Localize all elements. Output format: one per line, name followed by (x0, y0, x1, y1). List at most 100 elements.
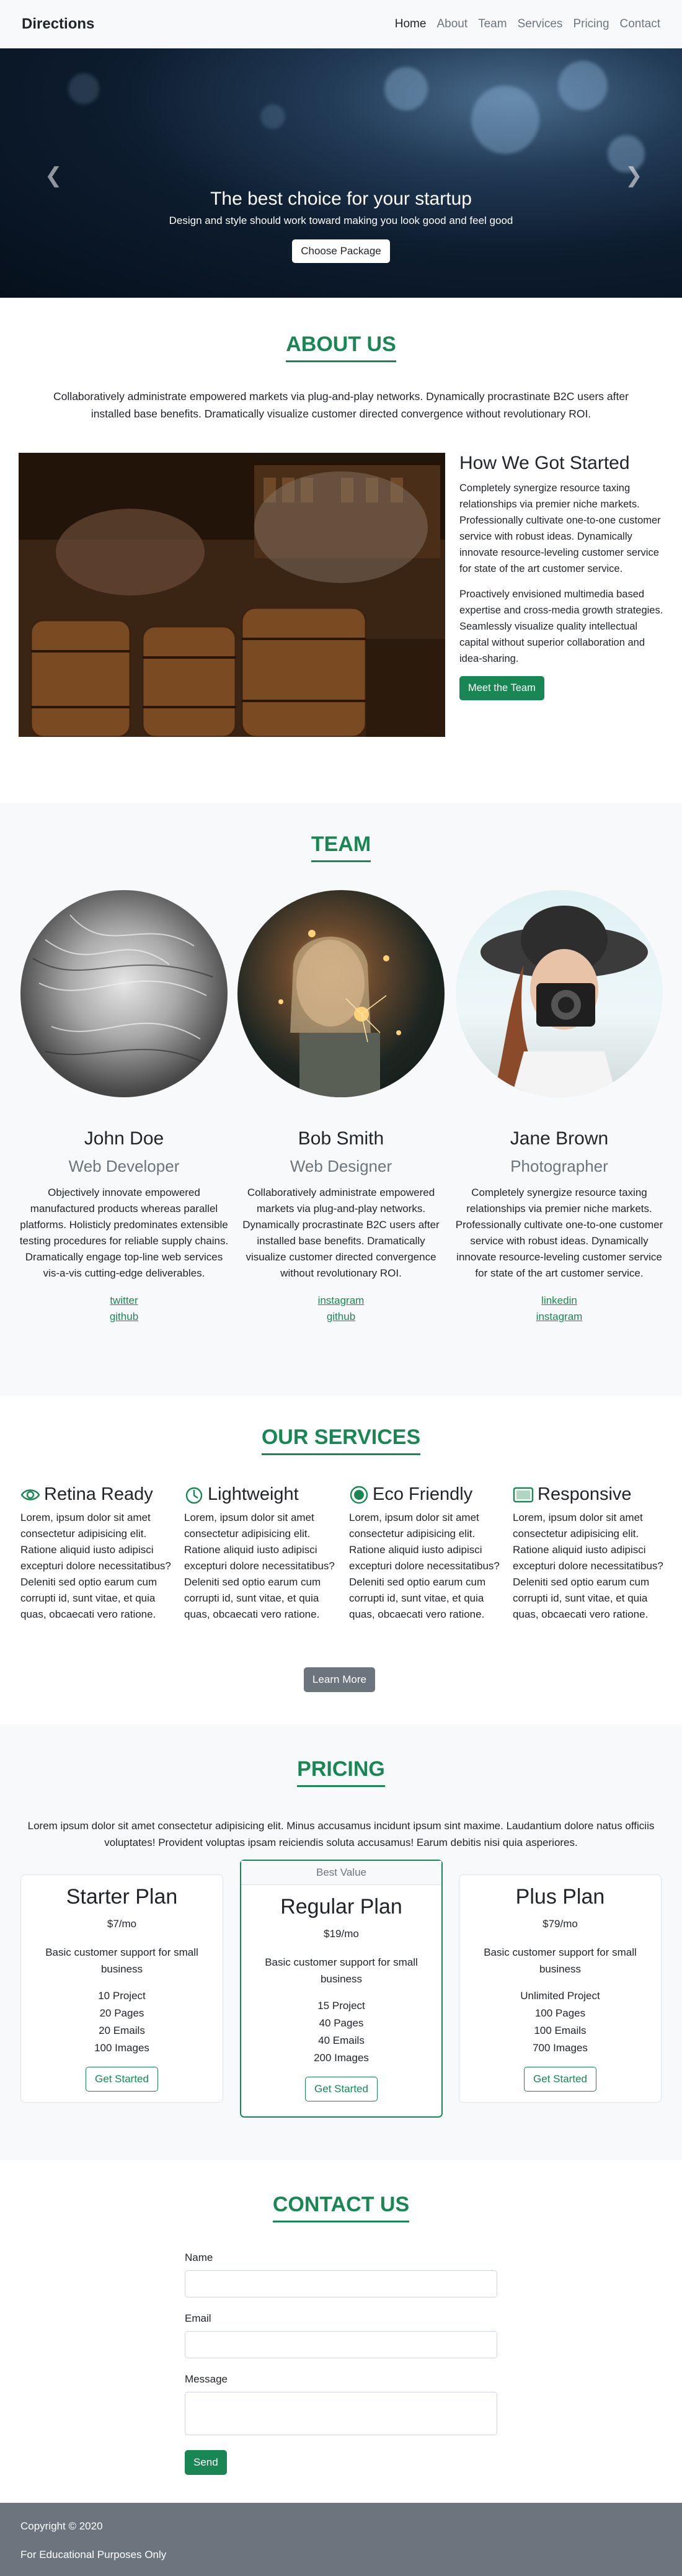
hero-subtitle: Design and style should work toward maki… (169, 215, 513, 226)
avatar (456, 890, 663, 1097)
plan-price: $7/mo (107, 1918, 137, 1930)
member-role: Web Developer (68, 1157, 180, 1175)
service-title: Lightweight (208, 1484, 299, 1504)
service-card: Responsive Lorem, ipsum dolor sit amet c… (513, 1484, 668, 1623)
pricing-card-plus: Plus Plan $79/mo Basic customer support … (459, 1874, 662, 2103)
member-links: instagram github (236, 1293, 446, 1325)
plan-features: Unlimited Project 100 Pages 100 Emails 7… (459, 1987, 661, 2057)
brand-logo[interactable]: Directions (22, 16, 94, 33)
plan-feature: 100 Emails (534, 2025, 587, 2036)
get-started-button[interactable]: Get Started (524, 2067, 596, 2092)
get-started-button[interactable]: Get Started (305, 2077, 378, 2101)
service-text: Lorem, ipsum dolor sit amet consectetur … (184, 1512, 335, 1620)
plan-name: Starter Plan (66, 1885, 178, 1909)
email-field[interactable] (185, 2331, 497, 2358)
service-title: Responsive (538, 1484, 632, 1504)
pricing-card-regular: Best Value Regular Plan $19/mo Basic cus… (240, 1860, 443, 2118)
member-bio: Collaboratively administrate empowered m… (242, 1187, 440, 1279)
tablet-icon (513, 1487, 534, 1502)
pricing-intro: Lorem ipsum dolor sit amet consectetur a… (27, 1820, 655, 1848)
plan-feature: 40 Emails (318, 2035, 365, 2046)
nav-link-home[interactable]: Home (395, 17, 427, 31)
plan-description: Basic customer support for small busines… (265, 1956, 418, 1985)
plan-feature: 20 Emails (99, 2025, 145, 2036)
hero-bokeh (471, 86, 539, 154)
message-field[interactable] (185, 2392, 497, 2435)
nav-link-pricing[interactable]: Pricing (573, 17, 609, 31)
plan-price: $79/mo (542, 1918, 578, 1930)
name-label: Name (185, 2252, 213, 2263)
best-value-badge: Best Value (241, 1861, 441, 1885)
service-heading: Retina Ready (20, 1484, 175, 1505)
name-field[interactable] (185, 2270, 497, 2297)
bar-scene-illustration (19, 453, 445, 737)
hero-bokeh (68, 73, 99, 104)
instagram-link[interactable]: instagram (454, 1309, 665, 1325)
meet-the-team-button[interactable]: Meet the Team (459, 676, 544, 700)
team-member-card: Bob Smith Web Designer Collaboratively a… (236, 890, 446, 1325)
message-label: Message (185, 2373, 228, 2385)
github-link[interactable]: github (19, 1309, 229, 1325)
about-paragraph-1: Completely synergize resource taxing rel… (459, 483, 661, 574)
footer-copyright: Copyright © 2020 (20, 2520, 103, 2532)
services-title: OUR SERVICES (0, 1425, 682, 1455)
gear-icon (350, 1486, 368, 1504)
chevron-right-icon[interactable]: ❯ (625, 163, 643, 188)
photographer-portrait-illustration (480, 906, 648, 1097)
nav-links: Home About Team Services Pricing Contact (395, 17, 660, 31)
plan-feature: 15 Project (317, 2000, 365, 2012)
hero-bokeh (558, 61, 608, 110)
hero-title: The best choice for your startup (210, 189, 472, 209)
plan-feature: 20 Pages (99, 2007, 144, 2019)
service-heading: Lightweight (184, 1484, 339, 1505)
send-button[interactable]: Send (185, 2450, 227, 2475)
plan-feature: 100 Pages (534, 2007, 586, 2019)
service-card: Retina Ready Lorem, ipsum dolor sit amet… (20, 1484, 175, 1623)
choose-package-button[interactable]: Choose Package (292, 239, 390, 263)
member-links: twitter github (19, 1293, 229, 1325)
navbar: Directions Home About Team Services Pric… (0, 0, 682, 48)
member-name: Bob Smith (298, 1128, 384, 1149)
service-text: Lorem, ipsum dolor sit amet consectetur … (20, 1512, 171, 1620)
about-content: How We Got Started Completely synergize … (459, 453, 664, 700)
pricing-title: PRICING (0, 1757, 682, 1787)
about-intro: Collaboratively administrate empowered m… (53, 390, 629, 420)
plan-feature: 200 Images (314, 2052, 369, 2064)
team-title: TEAM (0, 832, 682, 862)
get-started-button[interactable]: Get Started (86, 2067, 158, 2092)
learn-more-button[interactable]: Learn More (304, 1667, 375, 1692)
instagram-link[interactable]: instagram (236, 1293, 446, 1309)
plan-feature: 40 Pages (319, 2017, 364, 2029)
hero-bokeh (384, 67, 428, 110)
footer-note: For Educational Purposes Only (20, 2549, 167, 2560)
plan-feature: 100 Images (94, 2042, 149, 2054)
nav-link-contact[interactable]: Contact (620, 17, 660, 31)
nav-link-about[interactable]: About (436, 17, 467, 31)
service-heading: Eco Friendly (349, 1484, 504, 1505)
hero-carousel: ❮ ❯ The best choice for your startup Des… (0, 48, 682, 298)
chevron-left-icon[interactable]: ❮ (45, 163, 63, 188)
about-heading: How We Got Started (459, 453, 630, 473)
service-card: Eco Friendly Lorem, ipsum dolor sit amet… (349, 1484, 504, 1623)
service-text: Lorem, ipsum dolor sit amet consectetur … (349, 1512, 500, 1620)
plan-name: Regular Plan (280, 1895, 402, 1919)
hero-bokeh (260, 104, 285, 129)
plan-description: Basic customer support for small busines… (45, 1946, 198, 1975)
stopwatch-icon (185, 1487, 203, 1504)
linkedin-link[interactable]: linkedin (454, 1293, 665, 1309)
member-links: linkedin instagram (454, 1293, 665, 1325)
plan-features: 15 Project 40 Pages 40 Emails 200 Images (241, 1997, 441, 2067)
service-heading: Responsive (513, 1484, 668, 1505)
nav-link-team[interactable]: Team (478, 17, 507, 31)
service-text: Lorem, ipsum dolor sit amet consectetur … (513, 1512, 663, 1620)
nav-link-services[interactable]: Services (518, 17, 563, 31)
about-title: ABOUT US (0, 332, 682, 362)
contact-form: Name Email Message Send (185, 2252, 497, 2475)
about-image (19, 453, 445, 737)
twitter-link[interactable]: twitter (19, 1293, 229, 1309)
contact-title: CONTACT US (0, 2193, 682, 2222)
plan-name: Plus Plan (515, 1885, 605, 1909)
member-name: Jane Brown (510, 1128, 609, 1149)
service-card: Lightweight Lorem, ipsum dolor sit amet … (184, 1484, 339, 1623)
github-link[interactable]: github (236, 1309, 446, 1325)
